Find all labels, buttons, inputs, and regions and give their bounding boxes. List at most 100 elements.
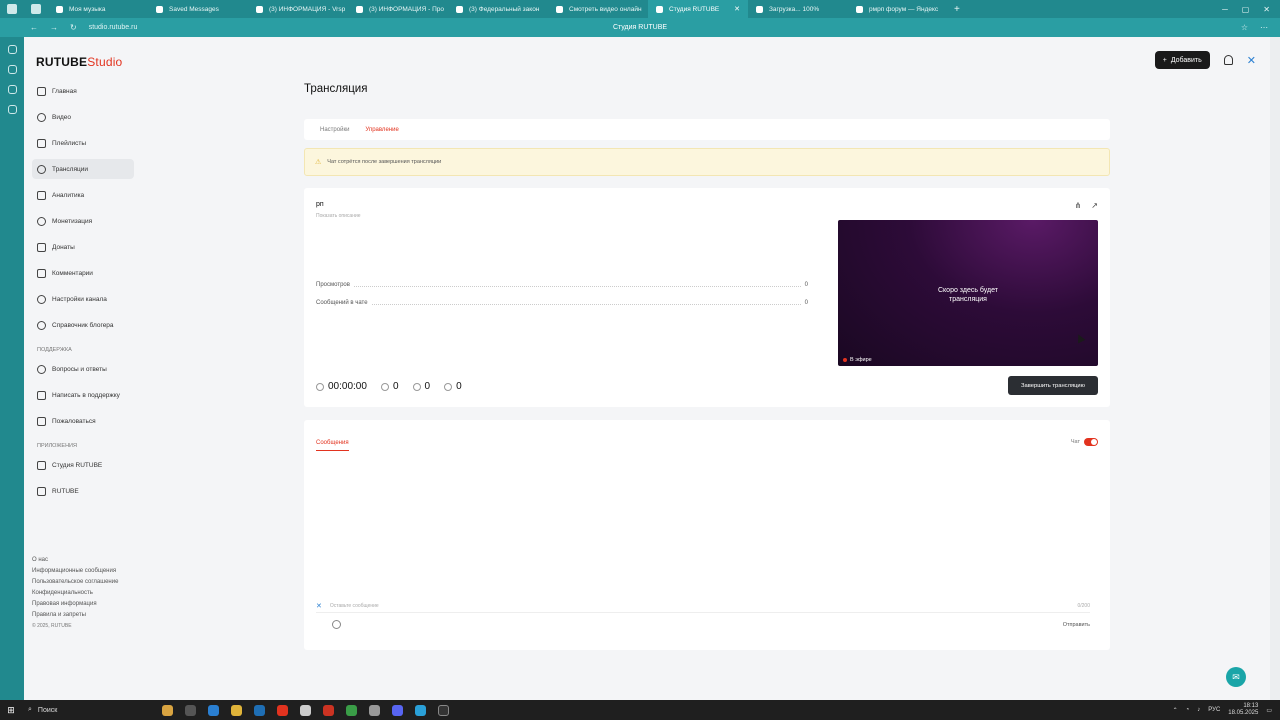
avatar[interactable]: ✕ (1247, 54, 1256, 67)
taskbar-search[interactable]: ⌕ Поиск (22, 706, 122, 714)
maximize-icon[interactable]: ▢ (1242, 5, 1250, 14)
close-tab-icon[interactable]: ✕ (734, 5, 740, 13)
footer-links: О нас Информационные сообщения Пользоват… (32, 557, 118, 634)
donate-icon (37, 242, 46, 252)
browser-tab[interactable]: (3) ИНФОРМАЦИЯ - Про (348, 0, 448, 18)
sidebar-app-icon[interactable] (7, 65, 17, 74)
sidebar-app-icon[interactable] (7, 45, 17, 54)
browser-tab[interactable]: Загрузка... 100% (748, 0, 848, 18)
help-chat-icon[interactable]: ✉ (1226, 667, 1246, 687)
taskbar: ⊞ ⌕ Поиск ⌃ ◔ ♪ РУС 18:13 18.05.2025 ▭ (0, 700, 1280, 720)
chrome-icon[interactable] (346, 704, 357, 716)
share-icon[interactable]: ⋔ (1075, 201, 1082, 210)
page-tabs: Настройки Управление (304, 119, 1110, 140)
gear-icon (37, 294, 46, 304)
browser-tab[interactable]: (3) ИНФОРМАЦИЯ - Vrsp (248, 0, 348, 18)
volume-icon[interactable]: ♪ (1197, 707, 1200, 713)
new-tab-icon[interactable]: + (954, 4, 960, 15)
mail-icon (37, 390, 46, 400)
store-icon[interactable] (369, 704, 380, 716)
yandex-icon[interactable] (277, 704, 288, 716)
bell-icon[interactable] (1223, 55, 1233, 65)
warning-banner: ⚠ Чат сотрётся после завершения трансляц… (304, 148, 1110, 176)
add-button[interactable]: + Добавить (1154, 51, 1210, 69)
footer-link[interactable]: Информационные сообщения (32, 568, 118, 574)
explorer-icon[interactable] (231, 704, 242, 716)
outlook-icon[interactable] (254, 704, 265, 716)
notification-icon[interactable]: ▭ (1266, 707, 1272, 714)
windows-start-icon[interactable]: ⊞ (0, 705, 22, 716)
browser-tab[interactable]: Смотреть видео онлайн (548, 0, 648, 18)
sidebar-item-donations[interactable]: Донаты (32, 237, 134, 257)
chart-icon (37, 190, 46, 200)
stream-title: рп (316, 201, 324, 208)
chat-input[interactable]: ✕ Оставьте сообщение 0/200 (316, 599, 1090, 613)
emoji-icon[interactable] (332, 620, 341, 629)
language-indicator[interactable]: РУС (1208, 707, 1220, 713)
sidebar-app-icon[interactable] (7, 85, 17, 94)
send-button[interactable]: Отправить (1063, 622, 1090, 628)
footer-link[interactable]: Правила и запреты (32, 612, 118, 618)
browser-menu-icon[interactable] (0, 0, 24, 18)
sidebar-item-rutube-app[interactable]: RUTUBE (32, 481, 134, 501)
close-window-icon[interactable]: ✕ (1263, 5, 1270, 14)
sidebar-item-contact-support[interactable]: Написать в поддержку (32, 385, 134, 405)
yandex-browser-icon[interactable] (300, 704, 311, 716)
sidebar-item-comments[interactable]: Комментарии (32, 263, 134, 283)
wifi-icon[interactable]: ◔ (1186, 707, 1190, 713)
tab-management[interactable]: Управление (365, 127, 398, 133)
rutube-app-icon (37, 486, 46, 496)
external-link-icon[interactable]: ↗ (1091, 201, 1098, 210)
footer-link[interactable]: Конфиденциальность (32, 590, 118, 596)
browser-sidebar (0, 37, 24, 700)
header-actions: + Добавить ✕ (1154, 51, 1256, 69)
sidebar-item-channel-settings[interactable]: Настройки канала (32, 289, 134, 309)
discord-icon[interactable] (392, 704, 403, 716)
footer-link[interactable]: О нас (32, 557, 118, 563)
footer-link[interactable]: Пользовательское соглашение (32, 579, 118, 585)
browser-tab-active[interactable]: Студия RUTUBE ✕ (648, 0, 748, 18)
sidebar-item-blogger-guide[interactable]: Справочник блогера (32, 315, 134, 335)
question-icon (37, 364, 46, 374)
scrollbar[interactable] (1270, 37, 1280, 700)
sidebar-item-monetization[interactable]: Монетизация (32, 211, 134, 231)
show-description-link[interactable]: Показать описание (316, 213, 361, 219)
page-title: Трансляция (304, 83, 368, 95)
sidebar-item-studio-app[interactable]: Студия RUTUBE (32, 455, 134, 475)
browser-tab[interactable]: Моя музыка (48, 0, 148, 18)
telegram-icon[interactable] (415, 704, 426, 716)
stat-views: Просмотров 0 (316, 282, 808, 288)
minimize-icon[interactable]: ─ (1222, 5, 1228, 14)
sidebar-item-report[interactable]: Пожаловаться (32, 411, 134, 431)
support-heading: ПОДДЕРЖКА (37, 347, 72, 353)
video-player[interactable]: Скоро здесь будет трансляция В эфире (838, 220, 1098, 366)
sidebar-item-streams[interactable]: Трансляции (32, 159, 134, 179)
sidebar-item-faq[interactable]: Вопросы и ответы (32, 359, 134, 379)
char-counter: 0/200 (1077, 602, 1090, 609)
opera-icon[interactable] (323, 704, 334, 716)
tab-settings[interactable]: Настройки (320, 127, 349, 133)
sidebar-item-home[interactable]: Главная (32, 81, 134, 101)
browser-tab[interactable]: (3) Федеральный закон (448, 0, 548, 18)
chat-toggle[interactable] (1084, 438, 1098, 446)
tab-list-icon[interactable] (24, 0, 48, 18)
browser-tab[interactable]: рмрп форум — Яндекс (848, 0, 948, 18)
edge-icon[interactable] (208, 704, 219, 716)
footer-link[interactable]: Правовая информация (32, 601, 118, 607)
sidebar-item-video[interactable]: Видео (32, 107, 134, 127)
tab-messages[interactable]: Сообщения (316, 440, 349, 451)
task-view-icon[interactable] (185, 704, 196, 716)
dislikes: 0 (444, 381, 462, 392)
sidebar-app-icon[interactable] (7, 105, 17, 114)
sidebar-item-playlists[interactable]: Плейлисты (32, 133, 134, 153)
clock[interactable]: 18:13 18.05.2025 (1228, 703, 1258, 717)
tray-arrow-icon[interactable]: ⌃ (1173, 707, 1178, 714)
browser-tab[interactable]: Saved Messages (148, 0, 248, 18)
clock-icon (316, 382, 324, 391)
steam-icon[interactable] (438, 704, 449, 716)
logo[interactable]: RUTUBEStudio (36, 55, 122, 69)
browser-page-title: Студия RUTUBE (612, 24, 668, 31)
end-stream-button[interactable]: Завершить трансляцию (1008, 376, 1098, 395)
app-icon[interactable] (162, 704, 173, 716)
sidebar-item-analytics[interactable]: Аналитика (32, 185, 134, 205)
